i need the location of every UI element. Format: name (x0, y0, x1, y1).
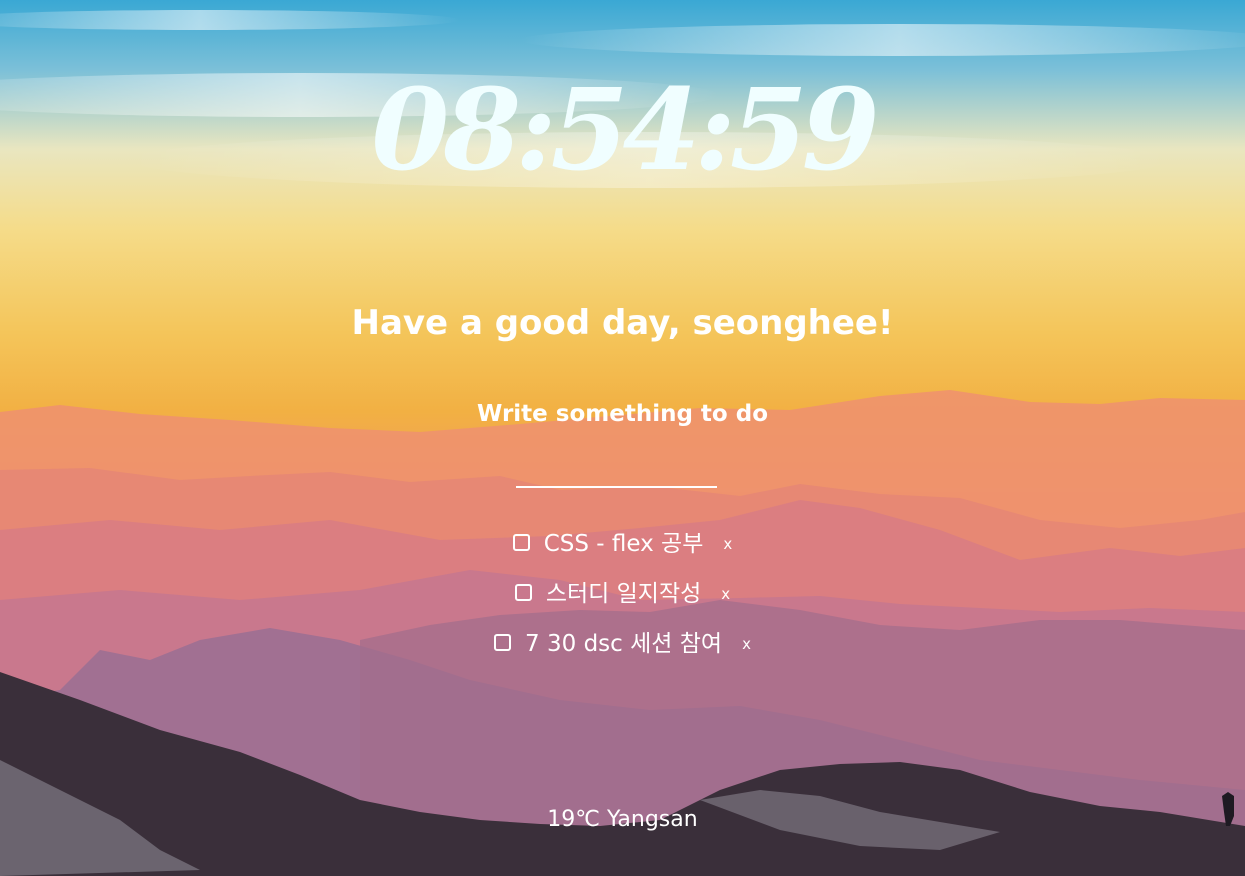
todo-prompt: Write something to do (476, 401, 768, 427)
todo-list: CSS - flex 공부 x 스터디 일지작성 x 7 30 dsc 세션 참… (0, 516, 1245, 666)
delete-button[interactable]: x (723, 535, 732, 553)
weather: 19℃ Yangsan (0, 804, 1245, 836)
todo-text: 7 30 dsc 세션 참여 (525, 631, 723, 657)
weather-temperature: 19℃ (547, 807, 600, 832)
todo-input[interactable] (516, 456, 717, 488)
delete-button[interactable]: x (742, 635, 751, 653)
todo-checkbox[interactable] (512, 533, 530, 551)
todo-item: 7 30 dsc 세션 참여 x (0, 616, 1245, 666)
greeting: Have a good day, seonghee! (351, 303, 894, 343)
todo-text: CSS - flex 공부 (543, 531, 704, 557)
clock: 08:54:59 (371, 65, 879, 196)
weather-city: Yangsan (607, 807, 698, 832)
todo-text: 스터디 일지작성 (545, 581, 702, 607)
todo-form: Write something to do (0, 396, 1245, 432)
todo-checkbox[interactable] (514, 583, 532, 601)
todo-checkbox[interactable] (494, 633, 512, 651)
todo-item: CSS - flex 공부 x (0, 516, 1245, 566)
delete-button[interactable]: x (721, 585, 730, 603)
todo-item: 스터디 일지작성 x (0, 566, 1245, 616)
